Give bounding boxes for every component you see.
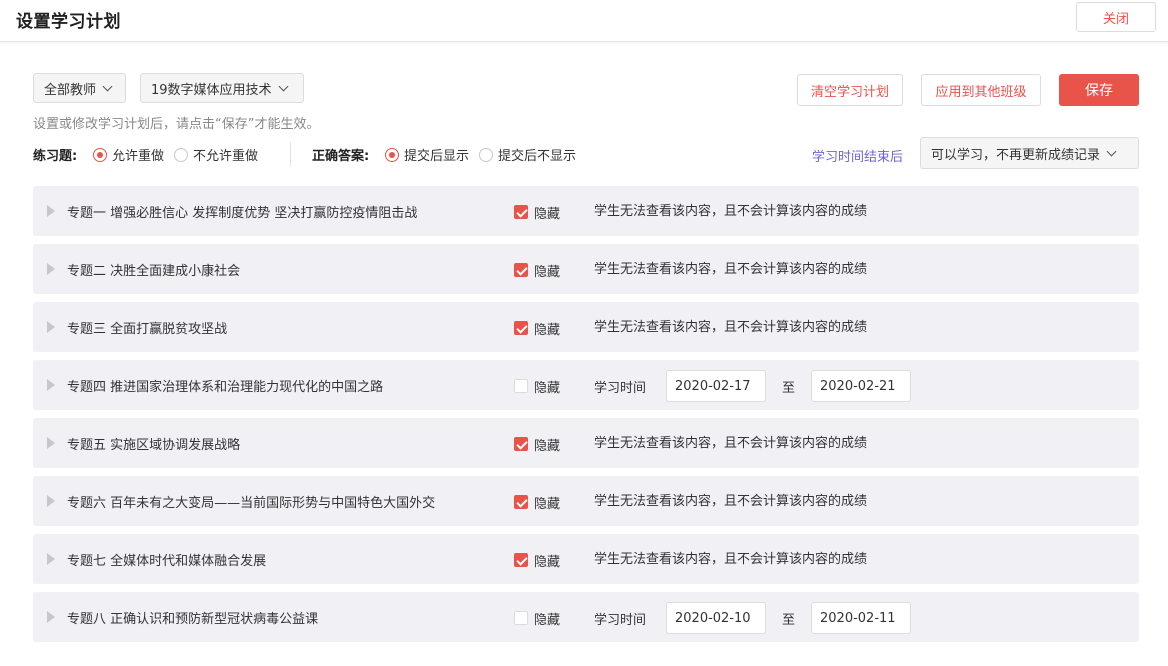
expand-triangle-icon[interactable] <box>47 553 55 565</box>
exercise-label: 练习题: <box>33 149 78 164</box>
radio-label: 提交后不显示 <box>498 149 577 164</box>
topic-title: 专题六 百年未有之大变局——当前国际形势与中国特色大国外交 <box>67 496 436 511</box>
hide-checkbox[interactable] <box>514 437 528 451</box>
hide-label: 隐藏 <box>534 613 561 628</box>
topic-title: 专题四 推进国家治理体系和治理能力现代化的中国之路 <box>67 380 384 395</box>
hidden-info-text: 学生无法查看该内容，且不会计算该内容的成绩 <box>594 262 868 277</box>
after-time-label: 学习时间结束后 <box>812 150 904 165</box>
topic-title: 专题一 增强必胜信心 发挥制度优势 坚决打赢防控疫情阻击战 <box>67 206 418 221</box>
radio-checked-icon <box>385 147 399 162</box>
start-date-input[interactable]: 2020-02-17 <box>666 370 766 402</box>
topic-row: 专题五 实施区域协调发展战略 隐藏 学生无法查看该内容，且不会计算该内容的成绩 <box>33 418 1139 468</box>
topic-title: 专题三 全面打赢脱贫攻坚战 <box>67 322 228 337</box>
chevron-down-icon <box>102 81 113 91</box>
expand-triangle-icon[interactable] <box>47 263 55 275</box>
topic-row: 专题二 决胜全面建成小康社会 隐藏 学生无法查看该内容，且不会计算该内容的成绩 <box>33 244 1139 294</box>
expand-triangle-icon[interactable] <box>47 611 55 623</box>
expand-triangle-icon[interactable] <box>47 495 55 507</box>
study-time-label: 学习时间 <box>594 613 647 628</box>
topic-row: 专题七 全媒体时代和媒体融合发展 隐藏 学生无法查看该内容，且不会计算该内容的成… <box>33 534 1139 584</box>
topic-row: 专题八 正确认识和预防新型冠状病毒公益课 隐藏 学习时间 2020-02-10 … <box>33 592 1139 642</box>
answer-label: 正确答案: <box>312 149 370 164</box>
expand-triangle-icon[interactable] <box>47 379 55 391</box>
exercise-disallow-redo-radio[interactable]: 不允许重做 <box>174 145 258 164</box>
topic-title: 专题五 实施区域协调发展战略 <box>67 438 241 453</box>
radio-label: 允许重做 <box>112 149 165 164</box>
clear-plan-button[interactable]: 清空学习计划 <box>797 74 903 106</box>
hidden-info-text: 学生无法查看该内容，且不会计算该内容的成绩 <box>594 552 868 567</box>
apply-other-class-button[interactable]: 应用到其他班级 <box>921 74 1041 106</box>
start-date-input[interactable]: 2020-02-10 <box>666 602 766 634</box>
hidden-info-text: 学生无法查看该内容，且不会计算该内容的成绩 <box>594 320 868 335</box>
save-button[interactable]: 保存 <box>1059 74 1139 106</box>
chevron-down-icon <box>1106 146 1117 156</box>
end-date-input[interactable]: 2020-02-21 <box>811 370 911 402</box>
hide-checkbox[interactable] <box>514 495 528 509</box>
hide-label: 隐藏 <box>534 497 561 512</box>
after-time-select[interactable]: 可以学习，不再更新成绩记录 <box>920 137 1139 169</box>
answer-show-after-submit-radio[interactable]: 提交后显示 <box>385 145 469 164</box>
topic-row: 专题六 百年未有之大变局——当前国际形势与中国特色大国外交 隐藏 学生无法查看该… <box>33 476 1139 526</box>
exercise-allow-redo-radio[interactable]: 允许重做 <box>93 145 164 164</box>
header-bar: 设置学习计划 关闭 <box>0 0 1168 42</box>
teacher-select-value: 全部教师 <box>44 82 97 98</box>
study-time-label: 学习时间 <box>594 381 647 396</box>
answer-radio-group: 提交后显示 提交后不显示 <box>385 145 586 164</box>
hide-checkbox[interactable] <box>514 611 528 625</box>
hide-label: 隐藏 <box>534 439 561 454</box>
class-select[interactable]: 19数字媒体应用技术 <box>140 73 304 103</box>
hide-label: 隐藏 <box>534 323 561 338</box>
teacher-select[interactable]: 全部教师 <box>33 73 126 103</box>
close-button[interactable]: 关闭 <box>1076 2 1156 32</box>
hide-label: 隐藏 <box>534 555 561 570</box>
radio-label: 提交后显示 <box>404 149 470 164</box>
exercise-radio-group: 允许重做 不允许重做 <box>93 145 268 164</box>
page-title: 设置学习计划 <box>16 12 121 32</box>
hide-label: 隐藏 <box>534 207 561 222</box>
topic-title: 专题二 决胜全面建成小康社会 <box>67 264 241 279</box>
to-label: 至 <box>782 381 796 396</box>
to-label: 至 <box>782 613 796 628</box>
topic-row: 专题一 增强必胜信心 发挥制度优势 坚决打赢防控疫情阻击战 隐藏 学生无法查看该… <box>33 186 1139 236</box>
expand-triangle-icon[interactable] <box>47 437 55 449</box>
topic-title: 专题七 全媒体时代和媒体融合发展 <box>67 554 267 569</box>
topic-row: 专题四 推进国家治理体系和治理能力现代化的中国之路 隐藏 学习时间 2020-0… <box>33 360 1139 410</box>
hidden-info-text: 学生无法查看该内容，且不会计算该内容的成绩 <box>594 436 868 451</box>
chevron-down-icon <box>278 81 288 91</box>
end-date-input[interactable]: 2020-02-11 <box>811 602 911 634</box>
hidden-info-text: 学生无法查看该内容，且不会计算该内容的成绩 <box>594 204 868 219</box>
radio-unchecked-icon <box>479 147 494 162</box>
hide-label: 隐藏 <box>534 265 561 280</box>
hidden-info-text: 学生无法查看该内容，且不会计算该内容的成绩 <box>594 494 868 509</box>
hide-checkbox[interactable] <box>514 263 528 277</box>
topic-title: 专题八 正确认识和预防新型冠状病毒公益课 <box>67 612 319 627</box>
answer-hide-after-submit-radio[interactable]: 提交后不显示 <box>479 145 576 164</box>
hide-checkbox[interactable] <box>514 553 528 567</box>
radio-label: 不允许重做 <box>193 149 259 164</box>
class-select-value: 19数字媒体应用技术 <box>151 82 272 98</box>
hide-checkbox[interactable] <box>514 321 528 335</box>
save-tip: 设置或修改学习计划后，请点击“保存”才能生效。 <box>33 117 320 132</box>
hide-label: 隐藏 <box>534 381 561 396</box>
expand-triangle-icon[interactable] <box>47 321 55 333</box>
divider <box>290 142 291 166</box>
hide-checkbox[interactable] <box>514 205 528 219</box>
radio-checked-icon <box>93 147 107 162</box>
radio-unchecked-icon <box>174 147 189 162</box>
hide-checkbox[interactable] <box>514 379 528 393</box>
after-time-select-value: 可以学习，不再更新成绩记录 <box>931 147 1101 163</box>
topic-row: 专题三 全面打赢脱贫攻坚战 隐藏 学生无法查看该内容，且不会计算该内容的成绩 <box>33 302 1139 352</box>
expand-triangle-icon[interactable] <box>47 205 55 217</box>
